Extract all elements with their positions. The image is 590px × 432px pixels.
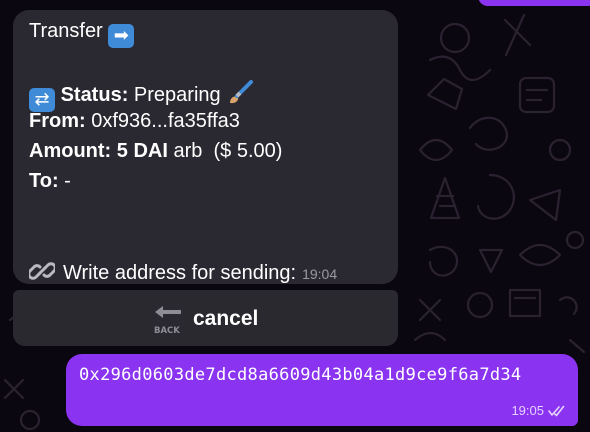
back-arrow-emoji-icon: BACK — [154, 306, 181, 335]
double-check-read-icon — [548, 405, 565, 416]
cancel-keyboard-button[interactable]: BACK cancel — [13, 290, 398, 346]
from-label: From: — [29, 110, 86, 132]
link-emoji-icon — [29, 262, 55, 280]
cancel-button-content: BACK cancel — [153, 303, 258, 335]
paintbrush-emoji-icon — [230, 80, 254, 104]
amount-line: Amount: 5 DAI arb ($ 5.00) — [29, 139, 282, 163]
status-value: Preparing — [133, 84, 221, 106]
user-message-time: 19:05 — [511, 403, 544, 418]
to-line: To: - — [29, 169, 71, 193]
prompt-text: Write address for sending: — [63, 262, 297, 284]
status-line: ⇄ Status: Preparing — [29, 79, 254, 112]
to-value: - — [64, 170, 71, 192]
amount-chain: arb — [173, 140, 203, 162]
from-address: 0xf936...fa35ffa3 — [91, 110, 240, 132]
right-arrow-emoji-icon: ➡ — [108, 24, 135, 48]
bot-message-time: 19:04 — [302, 266, 338, 282]
transfer-title-line: Transfer ➡ — [29, 19, 135, 48]
user-address-message: 0x296d0603de7dcd8a6609d43b04a1d9ce9f6a7d… — [66, 354, 578, 426]
amount-usd: ($ 5.00) — [213, 140, 283, 162]
cancel-button-label: cancel — [193, 307, 259, 330]
from-line: From: 0xf936...fa35ffa3 — [29, 109, 240, 133]
to-label: To: — [29, 170, 59, 192]
prompt-line: Write address for sending: 19:04 — [29, 258, 337, 286]
status-label: Status — [60, 84, 122, 106]
amount-label: Amount: — [29, 140, 112, 162]
bot-transfer-message: Transfer ➡ ⇄ Status: Preparing From: 0xf… — [13, 10, 398, 284]
amount-value: 5 DAI — [116, 140, 168, 162]
user-message-meta: 19:05 — [511, 403, 566, 418]
previous-message-bubble-edge — [478, 0, 590, 6]
transfer-title: Transfer — [29, 20, 103, 42]
back-icon-label: BACK — [154, 326, 180, 335]
user-message-text: 0x296d0603de7dcd8a6609d43b04a1d9ce9f6a7d… — [79, 365, 522, 385]
